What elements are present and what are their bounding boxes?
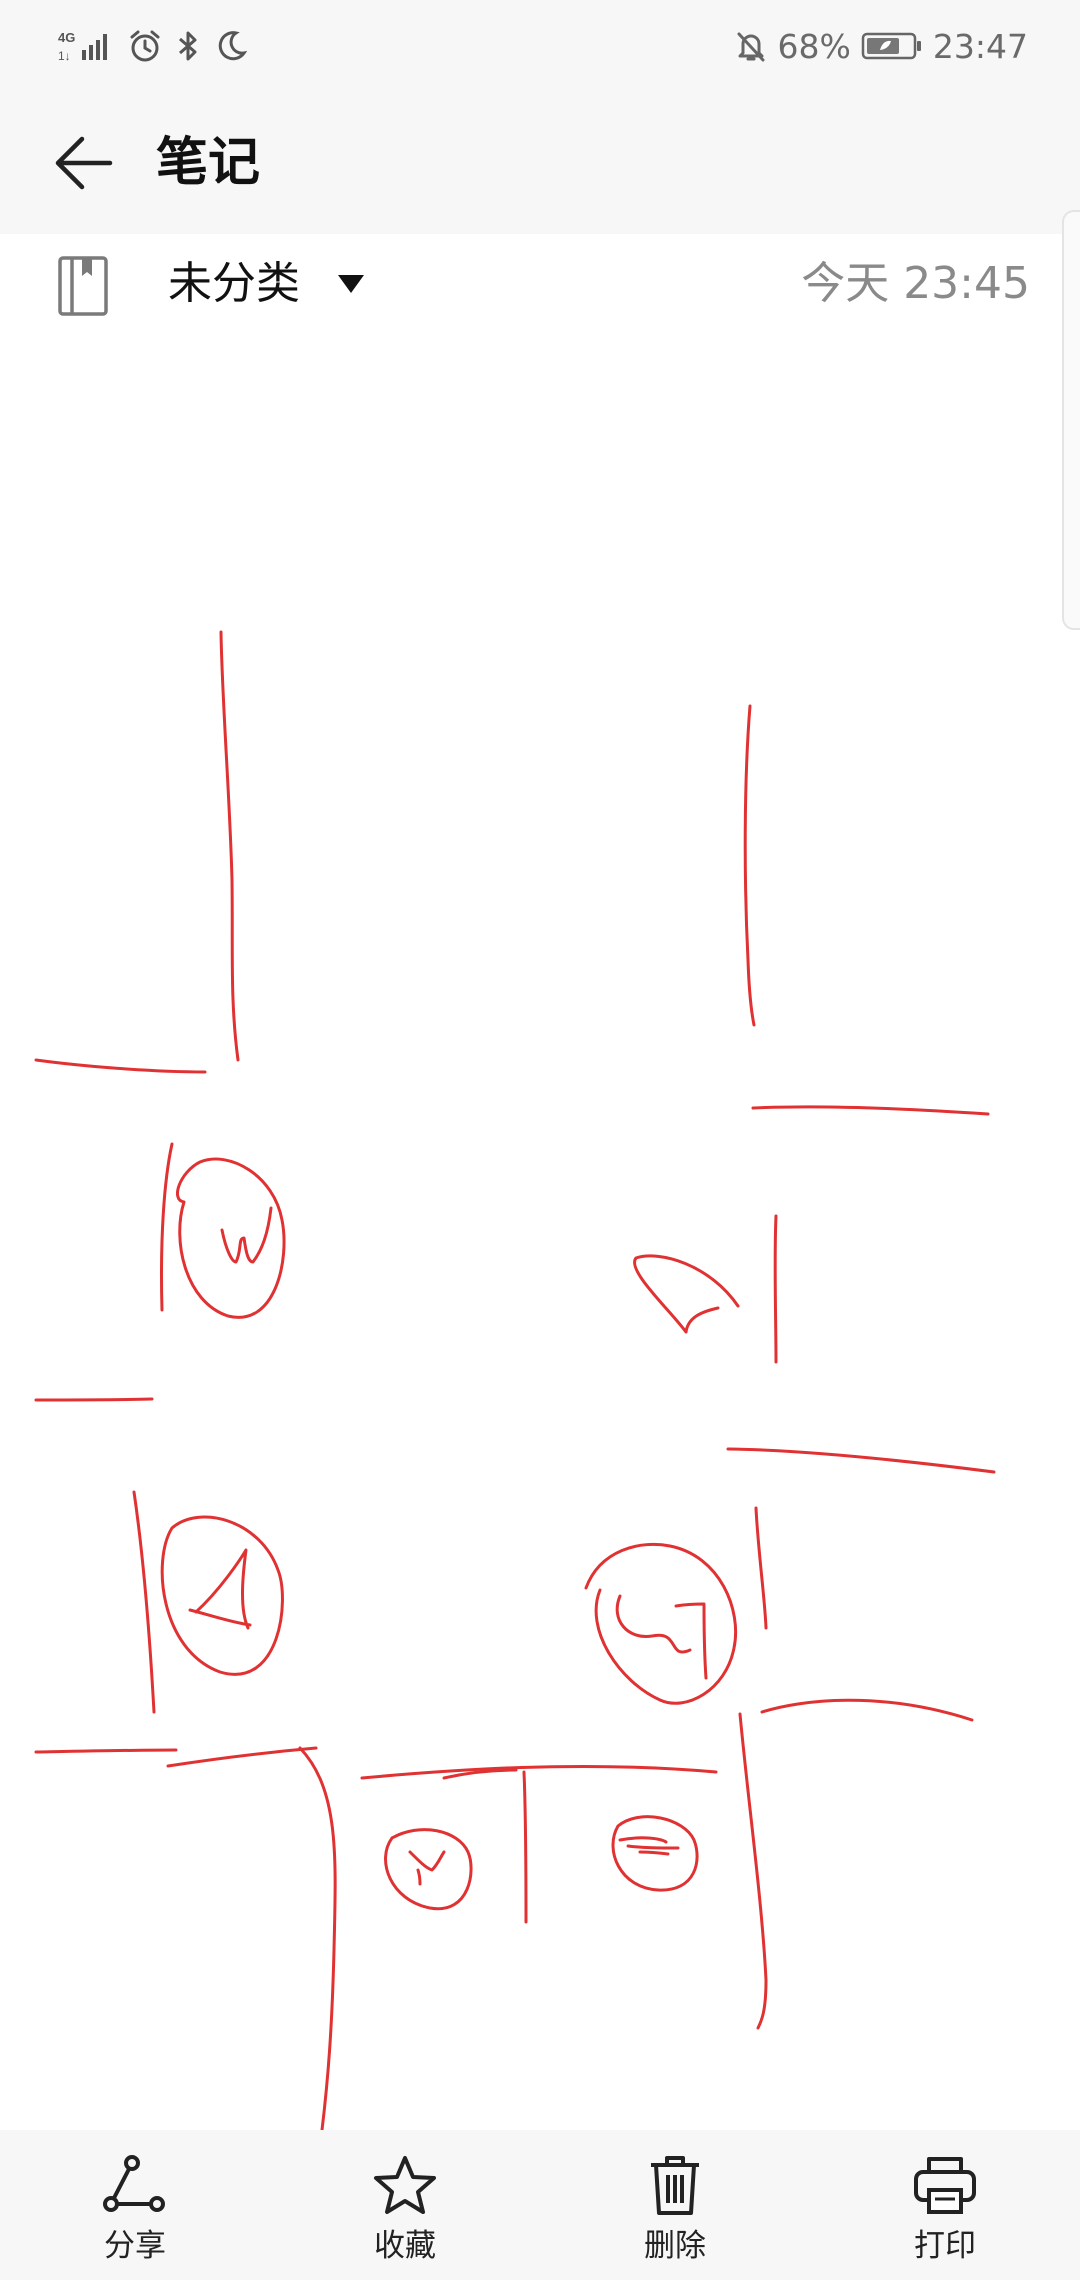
printer-icon <box>910 2150 980 2220</box>
moon-icon <box>214 29 248 63</box>
ink-stroke <box>754 1506 768 1630</box>
note-meta-row: 未分类 今天 23:45 <box>0 234 1080 334</box>
ink-stroke <box>166 1746 318 1768</box>
bluetooth-icon <box>176 29 200 63</box>
ink-stroke <box>633 1254 740 1334</box>
back-button[interactable] <box>40 128 126 198</box>
notebook-icon[interactable] <box>56 254 112 318</box>
ink-stroke <box>132 1490 156 1714</box>
ink-stroke <box>726 1447 996 1474</box>
ink-stroke <box>584 1542 738 1705</box>
ink-stroke <box>738 1712 768 2030</box>
ink-stroke <box>159 1142 174 1312</box>
ink-stroke <box>34 1748 178 1754</box>
ink-strokes <box>34 630 996 2130</box>
ink-stroke <box>408 1850 446 1886</box>
ink-stroke <box>34 1058 207 1074</box>
signal-icon: 4G 1↓ <box>58 28 114 64</box>
ink-stroke <box>188 1548 252 1630</box>
handwriting-canvas[interactable] <box>0 334 1080 2130</box>
ink-stroke <box>175 1157 286 1319</box>
favorite-label: 收藏 <box>374 2228 436 2264</box>
ink-stroke <box>360 1764 718 1780</box>
ink-stroke <box>760 1698 974 1722</box>
star-icon <box>370 2150 440 2220</box>
status-right: 68% 23:47 <box>734 22 1028 70</box>
favorite-button[interactable]: 收藏 <box>270 2130 540 2280</box>
category-selector[interactable]: 未分类 <box>168 254 300 314</box>
battery-icon <box>861 31 923 61</box>
ink-stroke <box>220 1206 273 1264</box>
ink-stroke <box>160 1515 284 1676</box>
back-arrow-icon <box>55 136 113 190</box>
share-icon <box>100 2150 170 2220</box>
ink-stroke <box>298 1746 337 2130</box>
ink-stroke <box>618 1836 680 1856</box>
ink-stroke <box>219 630 240 1062</box>
ink-stroke <box>615 1594 708 1680</box>
share-button[interactable]: 分享 <box>0 2130 270 2280</box>
trash-icon <box>640 2150 710 2220</box>
ink-stroke <box>522 1770 528 1924</box>
page-title: 笔记 <box>156 133 261 193</box>
svg-text:1↓: 1↓ <box>58 49 71 63</box>
status-left: 4G 1↓ <box>58 22 248 70</box>
notes-screen: 4G 1↓ 68% 23:47 笔记 未分类 今天 23:45 分享 收藏 删除… <box>0 0 1080 2280</box>
delete-button[interactable]: 删除 <box>540 2130 810 2280</box>
dropdown-arrow-icon[interactable] <box>336 272 366 296</box>
ink-stroke <box>773 1214 778 1364</box>
network-type-label: 4G <box>58 30 75 45</box>
share-label: 分享 <box>104 2228 166 2264</box>
ink-stroke <box>751 1105 990 1116</box>
print-label: 打印 <box>914 2228 976 2264</box>
bell-muted-icon <box>734 29 768 63</box>
title-bar: 笔记 <box>0 92 1080 234</box>
ink-stroke <box>34 1397 154 1402</box>
alarm-icon <box>128 29 162 63</box>
note-date: 今天 23:45 <box>801 258 1030 309</box>
bottom-action-bar: 分享 收藏 删除 打印 <box>0 2130 1080 2280</box>
status-time: 23:47 <box>932 26 1028 66</box>
status-bar: 4G 1↓ 68% 23:47 <box>0 0 1080 92</box>
ink-stroke <box>743 704 756 1027</box>
print-button[interactable]: 打印 <box>810 2130 1080 2280</box>
battery-percent: 68% <box>777 26 851 66</box>
delete-label: 删除 <box>644 2228 706 2264</box>
